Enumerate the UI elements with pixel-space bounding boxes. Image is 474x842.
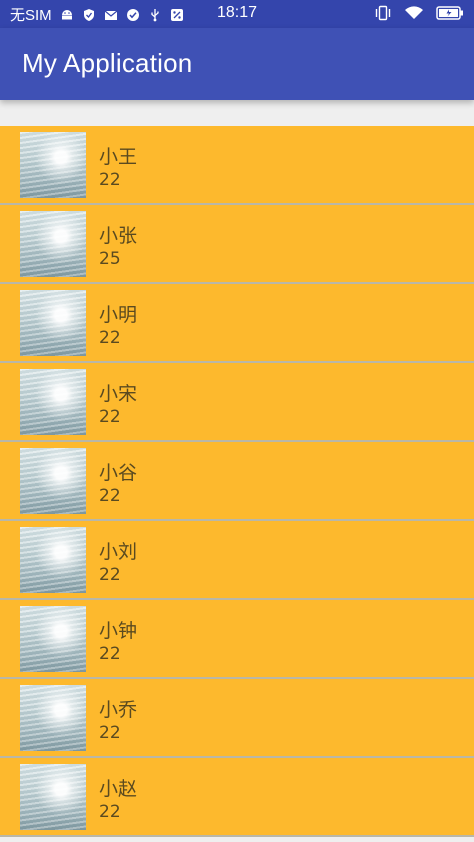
item-name: 小明 [99,304,138,326]
item-age: 25 [99,249,121,269]
item-name: 小刘 [99,541,138,563]
list-item[interactable]: 小刘 22 [0,521,474,600]
item-thumbnail [20,764,86,830]
item-name: 小张 [99,225,138,247]
item-name: 小赵 [99,778,138,800]
item-age: 22 [99,723,121,743]
vibrate-icon [375,5,391,21]
item-age: 22 [99,565,121,585]
list-item[interactable]: 小赵 22 [0,758,474,837]
item-thumbnail [20,211,86,277]
item-name: 小谷 [99,462,138,484]
list-item[interactable]: 小钟 22 [0,600,474,679]
list-item[interactable]: 小谷 22 [0,442,474,521]
item-thumbnail [20,527,86,593]
item-thumbnail [20,290,86,356]
item-name: 小乔 [99,699,138,721]
wifi-icon [405,6,423,19]
item-age: 22 [99,170,121,190]
item-thumbnail [20,448,86,514]
item-age: 22 [99,644,121,664]
item-list: 小王 22 小张 25 小明 22 小宋 22 小谷 22 小刘 22 小钟 22 小乔 22 小赵 22 [0,126,474,837]
item-age: 22 [99,328,121,348]
list-item[interactable]: 小宋 22 [0,363,474,442]
item-thumbnail [20,369,86,435]
list-item[interactable]: 小张 25 [0,205,474,284]
item-age: 22 [99,407,121,427]
item-name: 小钟 [99,620,138,642]
status-right-group [362,5,464,21]
list-item[interactable]: 小王 22 [0,126,474,205]
item-name: 小宋 [99,383,138,405]
item-age: 22 [99,802,121,822]
battery-icon [436,6,463,20]
item-thumbnail [20,132,86,198]
list-item[interactable]: 小明 22 [0,284,474,363]
item-thumbnail [20,606,86,672]
item-age: 22 [99,486,121,506]
status-bar: 无SIM 18:17 [0,0,474,28]
list-item[interactable]: 小乔 22 [0,679,474,758]
item-name: 小王 [99,146,138,168]
app-title: My Application [22,48,193,78]
app-bar: My Application [0,28,474,100]
item-thumbnail [20,685,86,751]
